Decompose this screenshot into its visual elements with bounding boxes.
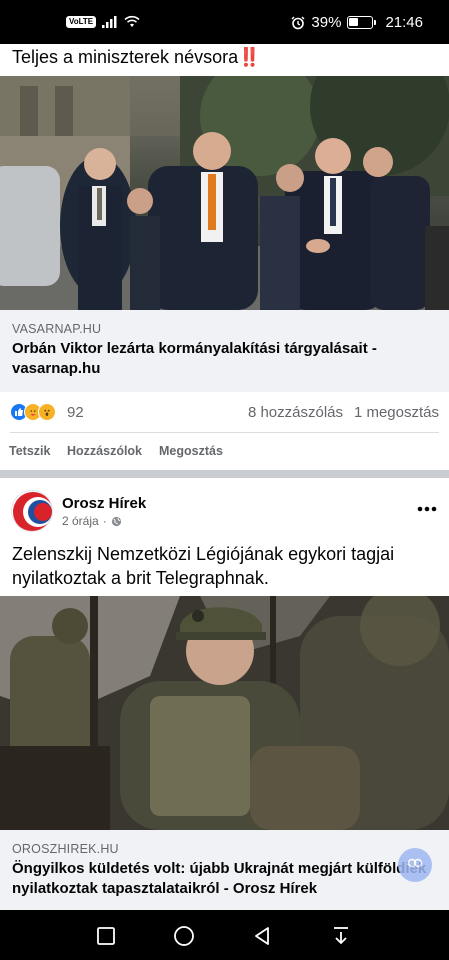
battery-percent: 39% — [311, 14, 342, 31]
more-dots-icon — [417, 506, 437, 512]
post1-reaction-bar: 92 8 hozzászólás 1 megosztás — [0, 396, 449, 432]
home-button[interactable] — [172, 924, 196, 948]
comment-button[interactable]: Hozzászólok — [67, 444, 142, 458]
globe-icon — [111, 516, 121, 526]
post-separator — [0, 470, 449, 478]
post1-text-content: Teljes a miniszterek névsora — [12, 47, 239, 67]
post2-meta: 2 órája · — [62, 514, 122, 528]
post2-link-domain: OROSZHIREK.HU — [12, 842, 119, 856]
comment-count[interactable]: 8 hozzászólás — [248, 404, 343, 421]
wow-icon — [38, 403, 56, 421]
volte-icon: VoLTE — [66, 15, 97, 28]
battery-icon — [347, 16, 377, 29]
post1-text: Teljes a miniszterek névsora‼️ — [12, 45, 261, 69]
signal-icon — [102, 15, 117, 28]
battery-level-fill — [349, 18, 358, 26]
post2-link-preview[interactable]: OROSZHIREK.HU Öngyilkos küldetés volt: ú… — [0, 830, 449, 910]
reaction-count[interactable]: 92 — [67, 404, 84, 421]
back-button[interactable] — [250, 924, 274, 948]
wifi-icon — [124, 15, 140, 27]
status-bar: VoLTE 39% 21:46 — [0, 0, 449, 44]
post1-link-domain: VASARNAP.HU — [12, 322, 102, 336]
post1-photo-illustration — [0, 76, 449, 310]
double-exclamation-emoji: ‼️ — [238, 47, 261, 67]
post1-link-preview[interactable]: VASARNAP.HU Orbán Viktor lezárta kormány… — [0, 310, 449, 392]
reaction-divider — [10, 432, 439, 433]
floating-chat-button[interactable] — [398, 848, 432, 882]
post2-time[interactable]: 2 órája — [62, 514, 99, 528]
post1-photo[interactable] — [0, 76, 449, 310]
recent-apps-button[interactable] — [94, 924, 118, 948]
post2-text: Zelenszkij Nemzetközi Légiójának egykori… — [12, 544, 395, 588]
post1-link-title: Orbán Viktor lezárta kormányalakítási tá… — [12, 340, 377, 377]
share-count[interactable]: 1 megosztás — [354, 404, 439, 421]
status-left: VoLTE — [66, 15, 140, 28]
like-button[interactable]: Tetszik — [9, 444, 50, 458]
orosz-hirek-logo — [13, 492, 52, 531]
system-navigation-bar — [0, 910, 449, 960]
more-options-button[interactable] — [417, 496, 437, 516]
reaction-icons[interactable] — [10, 403, 56, 421]
status-time: 21:46 — [385, 14, 423, 31]
post2-photo[interactable] — [0, 596, 449, 830]
chat-bubbles-icon — [407, 858, 423, 868]
page-name[interactable]: Orosz Hírek — [62, 495, 146, 512]
meta-separator: · — [102, 514, 107, 528]
share-button[interactable]: Megosztás — [159, 444, 223, 458]
status-right: 39% 21:46 — [291, 14, 423, 31]
post1-action-bar: Tetszik Hozzászólok Megosztás — [0, 440, 449, 464]
hide-navigation-button[interactable] — [329, 924, 353, 948]
post2-link-title: Öngyilkos küldetés volt: újabb Ukrajnát … — [12, 860, 427, 897]
post2-photo-illustration — [0, 596, 449, 830]
page-avatar[interactable] — [11, 490, 53, 532]
alarm-icon — [291, 16, 305, 29]
